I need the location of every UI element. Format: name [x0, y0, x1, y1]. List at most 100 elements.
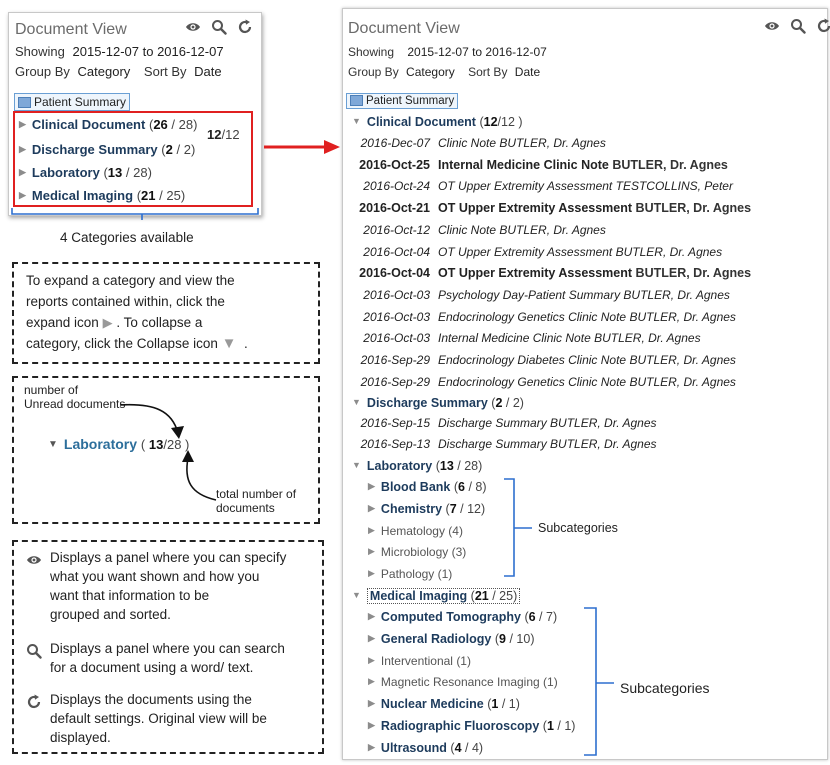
group-value[interactable]: Category	[78, 64, 131, 79]
document-row[interactable]: 2016-Oct-04 OT Upper Extremity Assessment…	[352, 245, 722, 259]
subcategory-row[interactable]: ▶ Pathology (1)	[368, 567, 452, 581]
subcategory-row[interactable]: ▶ Blood Bank (6 / 8)	[368, 480, 487, 494]
category-laboratory[interactable]: ▶ Laboratory (13 / 28)	[19, 165, 152, 180]
refresh-icon[interactable]	[816, 18, 830, 34]
document-row[interactable]: 2016-Oct-21 OT Upper Extremity Assessment…	[352, 201, 751, 215]
subcategory-row[interactable]: ▶ Microbiology (3)	[368, 545, 466, 559]
subcategory-name: Pathology	[380, 567, 435, 582]
document-row[interactable]: 2016-Oct-24 OT Upper Extremity Assessment…	[352, 179, 733, 193]
expand-icon[interactable]: ▶	[368, 546, 375, 557]
expand-icon[interactable]: ▶	[19, 167, 26, 178]
document-row[interactable]: 2016-Sep-15 Discharge Summary BUTLER, Dr.…	[352, 416, 657, 430]
document-row[interactable]: 2016-Sep-29 Endocrinology Diabetes Clinic…	[352, 353, 736, 367]
subcategory-row[interactable]: ▶ Chemistry (7 / 12)	[368, 502, 485, 516]
document-date: 2016-Oct-21	[359, 201, 430, 216]
category-medical-imaging[interactable]: ▶ Medical Imaging (21 / 25)	[19, 188, 185, 203]
eye-note: Displays a panel where you can specify w…	[50, 550, 287, 622]
document-date: 2016-Oct-12	[363, 222, 430, 237]
document-title: Internal Medicine Clinic Note	[438, 331, 591, 346]
expand-icon[interactable]: ▶	[368, 676, 375, 687]
subcategory-row[interactable]: ▶ Ultrasound (4 / 4)	[368, 741, 483, 755]
collapse-icon[interactable]: ▼	[352, 590, 361, 600]
expand-icon[interactable]: ▶	[368, 742, 375, 753]
document-title: Endocrinology Genetics Clinic Note	[438, 374, 627, 389]
subcategory-row[interactable]: ▶ Interventional (1)	[368, 654, 471, 668]
showing-value[interactable]: 2015-12-07 to 2016-12-07	[407, 45, 546, 59]
toolbar	[764, 18, 830, 34]
expand-icon[interactable]: ▶	[368, 525, 375, 536]
collapse-icon[interactable]: ▼	[352, 460, 361, 470]
subcategory-row[interactable]: ▶ General Radiology (9 / 10)	[368, 632, 534, 646]
patient-summary-icon	[18, 97, 31, 109]
sort-value[interactable]: Date	[515, 65, 540, 79]
example-category-laboratory: ▼ Laboratory ( 13/28 )	[48, 436, 190, 452]
group-label: Group By	[15, 64, 70, 79]
subcategory-row[interactable]: ▶ Computed Tomography (6 / 7)	[368, 610, 557, 624]
expand-icon[interactable]: ▶	[368, 568, 375, 579]
expand-icon[interactable]: ▶	[368, 655, 375, 666]
document-row[interactable]: 2016-Oct-12 Clinic Note BUTLER, Dr. Agnes	[352, 223, 606, 237]
collapse-icon[interactable]: ▼	[352, 397, 361, 407]
small-document-view-panel: Document View Showing 2015-12-07 to 2016…	[8, 12, 262, 216]
document-author: TESTCOLLINS, Peter	[615, 179, 733, 194]
expand-icon[interactable]: ▶	[368, 611, 375, 622]
expand-icon[interactable]: ▶	[368, 720, 375, 731]
patient-summary-button[interactable]: Patient Summary	[346, 93, 459, 109]
document-row[interactable]: 2016-Oct-03 Endocrinology Genetics Clinic…	[352, 310, 736, 324]
category-clinical-document[interactable]: ▼ Clinical Document (12/12 )	[352, 115, 523, 129]
subcategory-name: Magnetic Resonance Imaging	[380, 675, 540, 690]
expand-icon[interactable]: ▶	[368, 503, 375, 514]
showing-label: Showing	[15, 44, 65, 59]
document-date: 2016-Oct-04	[359, 266, 430, 281]
group-value[interactable]: Category	[406, 65, 455, 79]
document-author: BUTLER, Dr. Agnes	[612, 157, 728, 172]
eye-icon[interactable]	[185, 19, 201, 35]
sort-value[interactable]: Date	[194, 64, 221, 79]
toolbar	[185, 19, 253, 35]
patient-summary-label: Patient Summary	[34, 95, 127, 109]
document-row[interactable]: 2016-Oct-03 Internal Medicine Clinic Note…	[352, 331, 700, 346]
subcategory-name: Blood Bank	[380, 480, 451, 494]
search-icon[interactable]	[211, 19, 227, 35]
subcategory-row[interactable]: ▶ Magnetic Resonance Imaging (1)	[368, 675, 558, 689]
subcategory-row[interactable]: ▶ Hematology (4)	[368, 524, 463, 538]
expand-icon[interactable]: ▶	[368, 481, 375, 492]
document-row[interactable]: 2016-Sep-13 Discharge Summary BUTLER, Dr.…	[352, 437, 657, 451]
refresh-icon[interactable]	[237, 19, 253, 35]
subcategory-name: Computed Tomography	[380, 610, 521, 624]
expand-icon[interactable]: ▶	[19, 119, 26, 130]
expand-icon[interactable]: ▶	[19, 144, 26, 155]
search-note: Displays a panel where you can search fo…	[50, 641, 285, 675]
eye-icon[interactable]	[764, 18, 780, 34]
document-title: Psychology Day-Patient Summary	[438, 287, 621, 302]
category-clinical-document[interactable]: ▶ Clinical Document (26 / 28)	[19, 117, 197, 132]
red-arrow-icon	[264, 140, 340, 154]
document-row[interactable]: 2016-Oct-25 Internal Medicine Clinic Note…	[352, 158, 728, 172]
document-row[interactable]: 2016-Oct-03 Psychology Day-Patient Summar…	[352, 288, 730, 302]
category-medical-imaging[interactable]: ▼ Medical Imaging (21 / 25)	[352, 588, 521, 604]
expand-icon[interactable]: ▶	[368, 633, 375, 644]
category-discharge-summary[interactable]: ▼ Discharge Summary (2 / 2)	[352, 396, 524, 410]
patient-summary-button[interactable]: Patient Summary	[14, 93, 131, 111]
expand-icon[interactable]: ▶	[368, 698, 375, 709]
subcategory-count: (1)	[437, 567, 453, 582]
category-laboratory[interactable]: ▼ Laboratory (13 / 28)	[352, 459, 482, 473]
subcategory-row[interactable]: ▶ Radiographic Fluoroscopy (1 / 1)	[368, 719, 575, 733]
collapse-icon: ▼	[48, 439, 58, 450]
document-author: BUTLER, Dr. Agnes	[499, 222, 606, 237]
document-author: BUTLER, Dr. Agnes	[635, 201, 752, 216]
subcategory-name: Chemistry	[380, 501, 443, 516]
subcategory-row[interactable]: ▶ Nuclear Medicine (1 / 1)	[368, 697, 520, 711]
subcategory-name: Ultrasound	[380, 740, 447, 755]
expand-icon[interactable]: ▶	[19, 190, 26, 201]
document-date: 2016-Oct-03	[363, 331, 430, 346]
subcategory-name: Hematology	[380, 523, 445, 538]
showing-value[interactable]: 2015-12-07 to 2016-12-07	[73, 44, 224, 59]
panel-title: Document View	[348, 20, 460, 37]
document-row[interactable]: 2016-Oct-04 OT Upper Extremity Assessment…	[352, 266, 751, 280]
document-row[interactable]: 2016-Sep-29 Endocrinology Genetics Clinic…	[352, 375, 736, 389]
collapse-icon[interactable]: ▼	[352, 116, 361, 126]
category-discharge-summary[interactable]: ▶ Discharge Summary (2 / 2)	[19, 142, 195, 157]
search-icon[interactable]	[790, 18, 806, 34]
document-row[interactable]: 2016-Dec-07 Clinic Note BUTLER, Dr. Agnes	[352, 136, 606, 150]
